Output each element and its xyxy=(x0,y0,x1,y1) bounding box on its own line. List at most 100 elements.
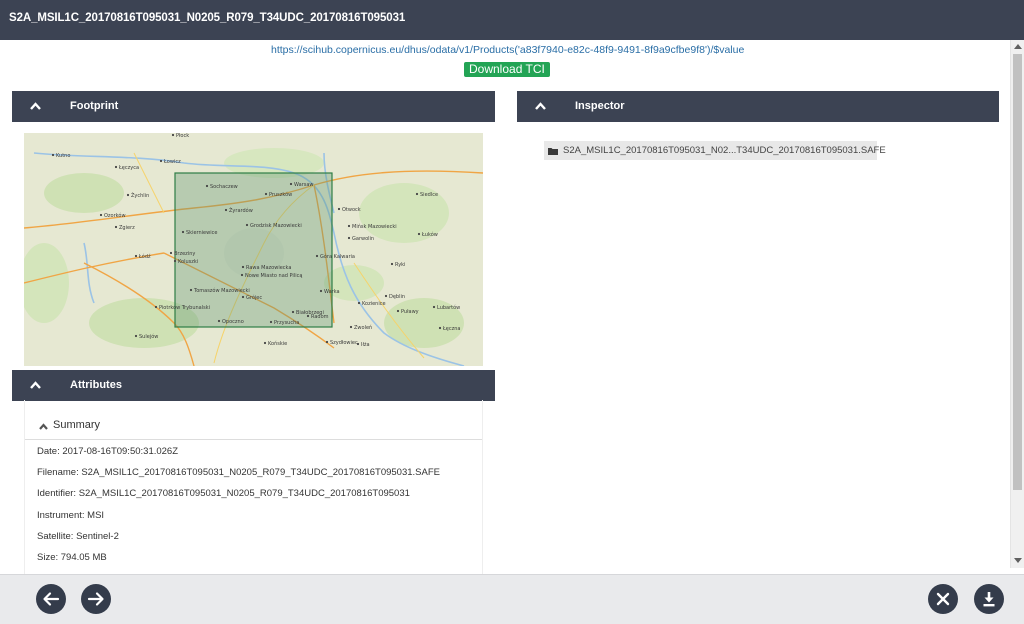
map-city-marker xyxy=(189,288,193,292)
map-city-label: Zwoleń xyxy=(354,324,372,331)
map-city-label: Ryki xyxy=(395,262,405,268)
inspector-panel-header[interactable]: Inspector xyxy=(517,91,999,122)
map-city-label: Przysucha xyxy=(274,320,299,326)
map-city-marker xyxy=(181,230,185,234)
map-city-label: Skierniewice xyxy=(186,230,217,236)
chevron-up-icon[interactable] xyxy=(30,102,41,110)
map-city-marker xyxy=(114,225,118,229)
map-city-marker xyxy=(134,334,138,338)
previous-product-button[interactable] xyxy=(36,584,66,614)
map-city-marker xyxy=(126,193,130,197)
map-city-label: Szydłowiec xyxy=(330,340,358,346)
inspector-safe-folder[interactable]: S2A_MSIL1C_20170816T095031_N02...T34UDC_… xyxy=(544,141,886,160)
map-city-marker xyxy=(269,320,273,324)
inspector-panel-title: Inspector xyxy=(575,100,625,112)
map-city-marker xyxy=(315,254,319,258)
arrow-right-icon xyxy=(87,592,104,606)
map-city-marker xyxy=(349,325,353,329)
map-city-marker xyxy=(263,341,267,345)
map-city-label: Rawa Mazowiecka xyxy=(246,265,291,271)
map-city-label: Radom xyxy=(311,314,329,320)
map-city-label: Płock xyxy=(176,133,189,139)
map-city-marker xyxy=(217,319,221,323)
map-city-label: Łęczyca xyxy=(118,165,139,171)
map-city-marker xyxy=(241,295,245,299)
product-details-content[interactable]: https://scihub.copernicus.eu/dhus/odata/… xyxy=(0,40,1010,574)
attribute-instrument: Instrument: MSI xyxy=(37,510,105,521)
map-city-label: Dęblin xyxy=(389,294,405,300)
map-city-marker xyxy=(169,251,173,255)
attributes-panel-title: Attributes xyxy=(70,379,122,391)
map-city-marker xyxy=(154,305,158,309)
summary-title: Summary xyxy=(53,419,101,431)
map-city-marker xyxy=(264,192,268,196)
attribute-filename: Filename: S2A_MSIL1C_20170816T095031_N02… xyxy=(37,467,440,478)
map-city-label: Grodzisk Mazowiecki xyxy=(250,223,302,229)
chevron-up-icon[interactable] xyxy=(39,423,48,430)
map-city-label: Mińsk Mazowiecki xyxy=(352,223,397,230)
map-city-marker xyxy=(245,223,249,227)
map-city-label: Koluszki xyxy=(178,259,198,265)
map-city-label: Kutno xyxy=(56,153,70,159)
map-city-label: Warka xyxy=(324,289,340,295)
map-city-marker xyxy=(347,236,351,240)
scrollbar-thumb[interactable] xyxy=(1013,54,1022,490)
footprint-map[interactable]: Płock Kutno Łęczyca Łowicz Sochaczew Warsaw Pr… xyxy=(24,133,483,366)
map-city-label: Siedlce xyxy=(420,192,438,198)
map-city-label: Żyrardów xyxy=(229,207,253,214)
map-city-marker xyxy=(173,259,177,263)
map-city-marker xyxy=(306,314,310,318)
summary-section-header[interactable]: Summary xyxy=(25,400,482,440)
map-city-label: Tomaszów Mazowiecki xyxy=(193,287,250,294)
map-city-label: Sochaczew xyxy=(210,184,238,190)
map-city-label: Opoczno xyxy=(222,319,244,325)
chevron-up-icon[interactable] xyxy=(30,381,41,389)
attribute-size: Size: 794.05 MB xyxy=(37,552,107,563)
footprint-panel-header[interactable]: Footprint xyxy=(12,91,495,122)
map-city-marker xyxy=(171,133,175,137)
map-city-label: Lubartów xyxy=(437,304,460,311)
attribute-date: Date: 2017-08-16T09:50:31.026Z xyxy=(37,446,179,457)
attributes-panel-header[interactable]: Attributes xyxy=(12,370,495,401)
map-city-label: Warsaw xyxy=(294,182,314,188)
dialog-footer xyxy=(0,574,1024,624)
map-city-label: Zgierz xyxy=(119,225,135,231)
map-city-marker xyxy=(205,184,209,188)
folder-icon xyxy=(548,148,558,155)
map-city-marker xyxy=(291,310,295,314)
map-city-label: Pruszków xyxy=(269,191,292,198)
map-city-label: Grójec xyxy=(246,294,262,301)
map-city-marker xyxy=(390,262,394,266)
close-button[interactable] xyxy=(928,584,958,614)
download-icon xyxy=(983,592,995,607)
footprint-polygon[interactable] xyxy=(174,172,333,328)
map-city-marker xyxy=(438,326,442,330)
map-city-marker xyxy=(289,182,293,186)
map-city-marker xyxy=(159,159,163,163)
map-city-label: Łęczna xyxy=(442,326,461,332)
vertical-scrollbar[interactable] xyxy=(1010,40,1024,568)
map-city-label: Łowicz xyxy=(163,159,181,165)
close-icon xyxy=(936,592,950,606)
map-city-label: Brzeziny xyxy=(174,251,195,257)
scroll-up-icon[interactable] xyxy=(1014,44,1022,49)
map-city-marker xyxy=(241,265,245,269)
map-city-label: Końskie xyxy=(268,340,287,347)
download-product-button[interactable] xyxy=(974,584,1004,614)
attributes-box: Summary Date: 2017-08-16T09:50:31.026Z F… xyxy=(24,400,483,574)
map-city-marker xyxy=(415,192,419,196)
scroll-down-icon[interactable] xyxy=(1014,558,1022,563)
download-tci-button[interactable]: Download TCI xyxy=(464,62,550,77)
window-titlebar: S2A_MSIL1C_20170816T095031_N0205_R079_T3… xyxy=(0,0,1024,40)
map-city-marker xyxy=(337,207,341,211)
map-city-marker xyxy=(325,340,329,344)
map-city-marker xyxy=(224,208,228,212)
next-product-button[interactable] xyxy=(81,584,111,614)
map-city-marker xyxy=(417,232,421,236)
map-city-marker xyxy=(357,301,361,305)
product-url-link[interactable]: https://scihub.copernicus.eu/dhus/odata/… xyxy=(271,44,744,56)
chevron-up-icon[interactable] xyxy=(535,102,546,110)
map-city-label: Łuków xyxy=(421,231,438,238)
map-city-marker xyxy=(356,342,360,346)
map-city-label: Iłża xyxy=(361,342,370,348)
